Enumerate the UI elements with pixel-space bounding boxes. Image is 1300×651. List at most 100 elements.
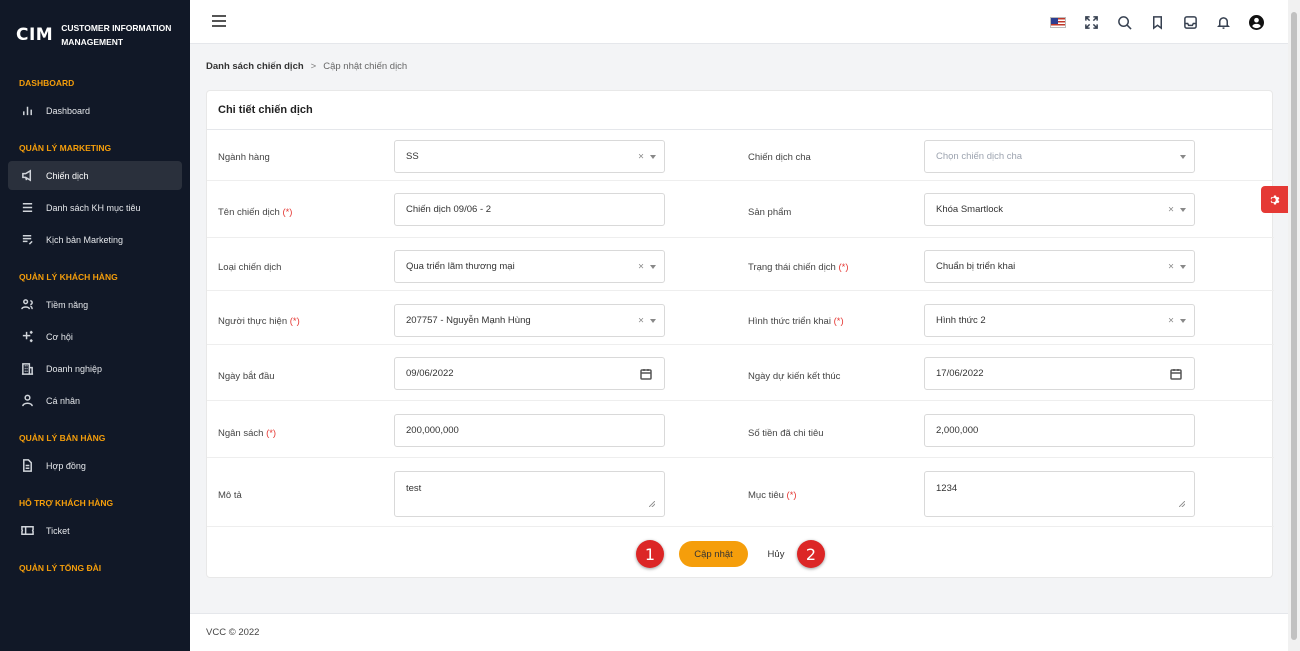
assignee-label: Người thực hiện (*) [218,316,300,327]
fullscreen-icon[interactable] [1081,12,1101,32]
parent-campaign-label: Chiến dịch cha [748,152,811,163]
resize-handle-icon[interactable] [1179,501,1185,507]
cancel-button[interactable]: Hủy [760,541,792,567]
users-icon [19,297,35,313]
form-row: Người thực hiện (*) 207757 - Nguyễn Mạnh… [207,291,1274,345]
sidebar-section-marketing: QUẢN LÝ MARKETING [19,143,112,153]
form-row: Loại chiến dịch Qua triển lãm thương mại… [207,238,1274,291]
parent-campaign-placeholder: Chọn chiến dịch cha [936,151,1023,162]
description-textarea[interactable]: test [394,471,665,517]
end-date-label: Ngày dự kiến kết thúc [748,371,841,382]
sparkle-icon [19,329,35,345]
clear-icon[interactable]: × [638,151,644,162]
chevron-right-icon: > [310,61,317,72]
chevron-down-icon[interactable] [650,264,656,269]
sidebar-item-contracts[interactable]: Hợp đồng [8,451,182,480]
chevron-down-icon[interactable] [1180,264,1186,269]
sidebar-section-customers: QUẢN LÝ KHÁCH HÀNG [19,272,118,282]
campaign-name-input[interactable]: Chiến dịch 09/06 - 2 [394,193,665,226]
chevron-down-icon[interactable] [650,154,656,159]
clear-icon[interactable]: × [1168,315,1174,326]
description-value: test [406,483,422,494]
account-icon[interactable] [1246,12,1266,32]
menu-icon[interactable] [212,15,226,27]
ticket-icon [19,523,35,539]
chevron-down-icon[interactable] [1180,154,1186,159]
objective-textarea[interactable]: 1234 [924,471,1195,517]
sidebar-item-dashboard[interactable]: Dashboard [8,96,182,125]
sidebar-item-label: Doanh nghiệp [46,363,103,374]
clear-icon[interactable]: × [1168,261,1174,272]
settings-gear-button[interactable] [1261,186,1288,213]
page-scrollbar[interactable] [1288,0,1300,651]
spent-input[interactable]: 2,000,000 [924,414,1195,447]
product-label: Sản phẩm [748,207,792,218]
inbox-icon[interactable] [1180,12,1200,32]
deploy-form-label: Hình thức triển khai (*) [748,316,844,327]
sidebar-item-opportunities[interactable]: Cơ hội [8,322,182,351]
deploy-form-value: Hình thức 2 [936,315,986,326]
clear-icon[interactable]: × [638,315,644,326]
assignee-select[interactable]: 207757 - Nguyễn Mạnh Hùng × [394,304,665,337]
form-row: Ngành hàng SS × Chiến dịch cha Chọn chiế… [207,130,1274,181]
bell-icon[interactable] [1213,12,1233,32]
form-row: Mô tả test Mục tiêu (*) 1234 [207,458,1274,527]
spent-value: 2,000,000 [936,425,979,436]
sidebar-item-label: Cá nhân [46,395,81,406]
spent-label: Số tiền đã chi tiêu [748,428,824,439]
campaign-status-select[interactable]: Chuẩn bị triển khai × [924,250,1195,283]
chevron-down-icon[interactable] [1180,207,1186,212]
calendar-icon[interactable] [1170,368,1182,380]
us-flag-icon[interactable] [1048,12,1068,32]
campaign-type-select[interactable]: Qua triển lãm thương mại × [394,250,665,283]
sidebar-item-ticket[interactable]: Ticket [8,516,182,545]
budget-label: Ngân sách (*) [218,428,277,439]
chevron-down-icon[interactable] [650,318,656,323]
budget-input[interactable]: 200,000,000 [394,414,665,447]
sidebar-item-label: Kịch bản Marketing [46,234,124,245]
list-icon [19,200,35,216]
breadcrumb-campaign-list[interactable]: Danh sách chiến dịch [206,61,304,72]
footer-copyright: VCC © 2022 [206,627,260,638]
sidebar-section-support: HỖ TRỢ KHÁCH HÀNG [19,498,114,508]
sidebar-item-label: Danh sách KH mục tiêu [46,202,141,213]
footer: VCC © 2022 [190,613,1288,651]
search-icon[interactable] [1114,12,1134,32]
end-date-picker[interactable]: 17/06/2022 [924,357,1195,390]
sidebar-item-label: Dashboard [46,105,91,116]
bar-chart-icon [19,103,35,119]
assignee-value: 207757 - Nguyễn Mạnh Hùng [406,315,531,326]
start-date-picker[interactable]: 09/06/2022 [394,357,665,390]
form-row: Ngân sách (*) 200,000,000 Số tiền đã chi… [207,401,1274,458]
sidebar-item-label: Tiềm năng [46,299,89,310]
bookmark-icon[interactable] [1147,12,1167,32]
product-select[interactable]: Khóa Smartlock × [924,193,1195,226]
sidebar-item-campaigns[interactable]: Chiến dịch [8,161,182,190]
chevron-down-icon[interactable] [1180,318,1186,323]
sidebar-item-leads[interactable]: Tiềm năng [8,290,182,319]
document-icon [19,458,35,474]
end-date-value: 17/06/2022 [936,368,984,379]
calendar-icon[interactable] [640,368,652,380]
form-row: Tên chiến dịch (*) Chiến dịch 09/06 - 2 … [207,181,1274,238]
clear-icon[interactable]: × [638,261,644,272]
industry-select[interactable]: SS × [394,140,665,173]
brand[interactable]: CIM CUSTOMER INFORMATION MANAGEMENT [0,0,190,70]
campaign-name-label: Tên chiến dịch (*) [218,207,293,218]
parent-campaign-select[interactable]: Chọn chiến dịch cha [924,140,1195,173]
campaign-status-value: Chuẩn bị triển khai [936,261,1016,272]
card-title: Chi tiết chiến dịch [207,91,1272,130]
campaign-type-value: Qua triển lãm thương mại [406,261,515,272]
sidebar-item-individuals[interactable]: Cá nhân [8,386,182,415]
deploy-form-select[interactable]: Hình thức 2 × [924,304,1195,337]
clear-icon[interactable]: × [1168,204,1174,215]
sidebar-item-marketing-scripts[interactable]: Kịch bản Marketing [8,225,182,254]
industry-value: SS [406,151,419,162]
sidebar-item-companies[interactable]: Doanh nghiệp [8,354,182,383]
sidebar-section-dashboard: DASHBOARD [19,78,75,88]
scrollbar-thumb[interactable] [1291,12,1297,640]
update-button[interactable]: Cập nhật [679,541,748,567]
resize-handle-icon[interactable] [649,501,655,507]
sidebar: CIM CUSTOMER INFORMATION MANAGEMENT DASH… [0,0,190,651]
sidebar-item-target-customers[interactable]: Danh sách KH mục tiêu [8,193,182,222]
